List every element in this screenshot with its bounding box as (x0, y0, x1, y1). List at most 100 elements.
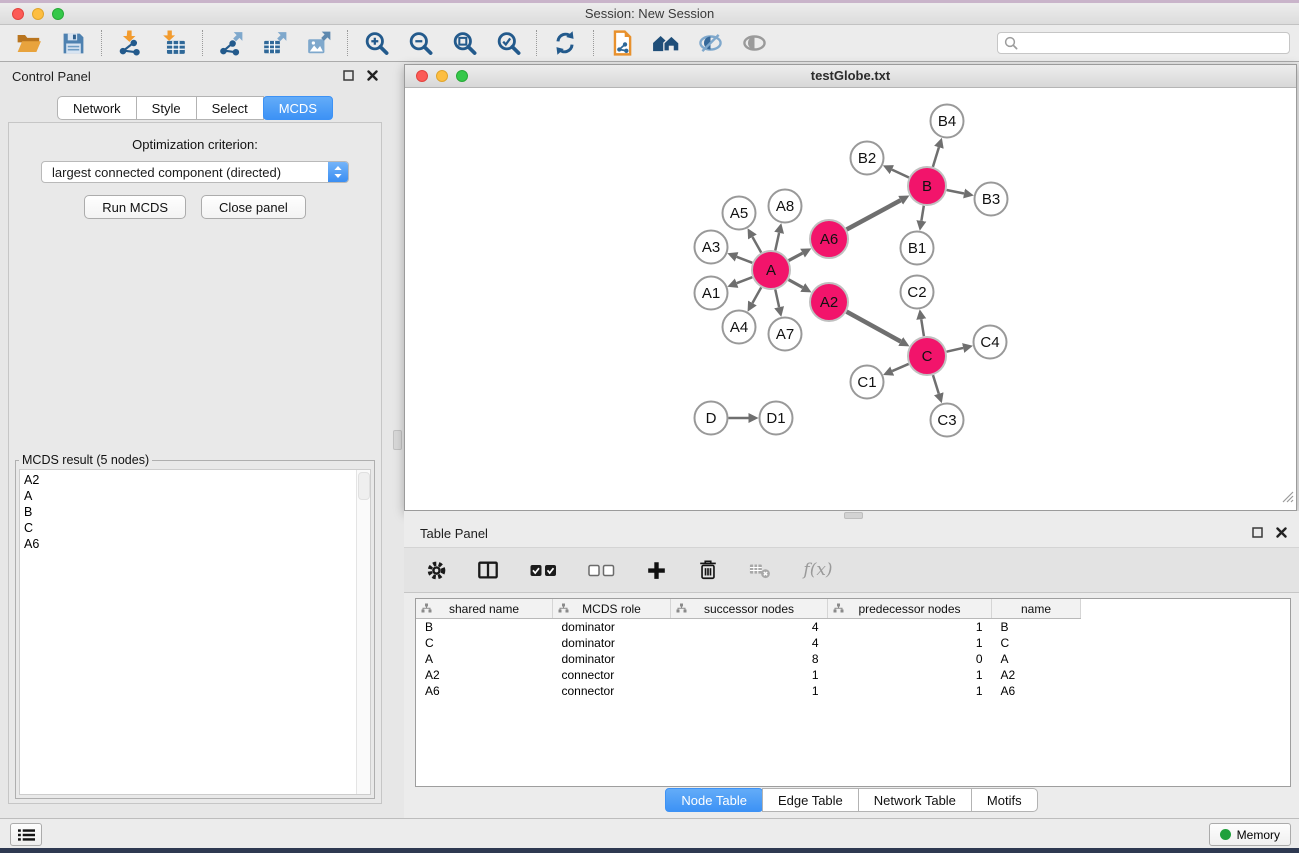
delete-column-button[interactable] (694, 556, 722, 584)
close-panel-icon[interactable] (1276, 527, 1287, 538)
graph-edge-A-A2 (789, 280, 803, 288)
column-header-successor-nodes[interactable]: successor nodes (671, 599, 828, 619)
export-network-button[interactable] (215, 28, 247, 58)
show-graphics-details-button[interactable] (738, 28, 770, 58)
graph-node-B2[interactable]: B2 (851, 142, 884, 175)
task-history-button[interactable] (10, 823, 42, 846)
table-row[interactable]: Cdominator41C (416, 635, 1081, 651)
network-from-clipboard-button[interactable] (606, 28, 638, 58)
table-row[interactable]: A2connector11A2 (416, 667, 1081, 683)
delete-table-icon (748, 559, 772, 581)
zoom-selected-button[interactable] (492, 28, 524, 58)
mcds-result-list: A2ABCA6 (19, 469, 371, 795)
graph-node-A8[interactable]: A8 (769, 190, 802, 223)
graph-node-C3[interactable]: C3 (931, 404, 964, 437)
graph-node-D[interactable]: D (695, 402, 728, 435)
table-row[interactable]: A6connector11A6 (416, 683, 1081, 699)
graph-node-C1[interactable]: C1 (851, 366, 884, 399)
tab-style[interactable]: Style (136, 96, 197, 120)
tab-select[interactable]: Select (196, 96, 264, 120)
scrollbar-thumb[interactable] (358, 472, 370, 500)
mcds-result-item[interactable]: A2 (24, 472, 370, 488)
graph-node-A6[interactable]: A6 (810, 220, 848, 258)
select-all-columns-button[interactable] (526, 556, 560, 584)
node-table: shared nameMCDS rolesuccessor nodesprede… (415, 598, 1291, 787)
column-header-predecessor-nodes[interactable]: predecessor nodes (828, 599, 992, 619)
graph-node-C[interactable]: C (908, 337, 946, 375)
graph-node-B3[interactable]: B3 (975, 183, 1008, 216)
graph-node-A5[interactable]: A5 (723, 197, 756, 230)
graph-node-B1[interactable]: B1 (901, 232, 934, 265)
unselect-all-columns-button[interactable] (584, 556, 618, 584)
import-network-button[interactable] (114, 28, 146, 58)
network-canvas[interactable]: A A1 A2 A3 A4 A5 A6 A7 A8 B B1 B2 B3 B4 C C1 C2 C3 C4 D D1 (405, 88, 1296, 510)
mcds-result-item[interactable]: A6 (24, 536, 370, 552)
mcds-list-scrollbar[interactable] (356, 470, 370, 794)
search-input[interactable] (1022, 35, 1283, 52)
horizontal-splitter[interactable] (404, 511, 1299, 519)
svg-text:A8: A8 (776, 198, 794, 215)
svg-text:A1: A1 (702, 285, 720, 302)
float-panel-icon[interactable] (1252, 527, 1263, 538)
zoom-in-button[interactable] (360, 28, 392, 58)
graph-node-A[interactable]: A (752, 251, 790, 289)
close-panel-icon[interactable] (367, 70, 378, 81)
graph-node-C4[interactable]: C4 (974, 326, 1007, 359)
mcds-result-item[interactable]: C (24, 520, 370, 536)
home-button[interactable] (650, 28, 682, 58)
graph-node-B4[interactable]: B4 (931, 105, 964, 138)
graph-node-A2[interactable]: A2 (810, 283, 848, 321)
graph-node-B[interactable]: B (908, 167, 946, 205)
svg-text:A: A (766, 262, 776, 279)
run-mcds-button[interactable]: Run MCDS (84, 195, 186, 219)
window-resize-grip[interactable] (1282, 490, 1294, 508)
export-table-button[interactable] (259, 28, 291, 58)
eye-icon (741, 30, 768, 56)
table-cell: 1 (828, 683, 992, 699)
graph-node-C2[interactable]: C2 (901, 276, 934, 309)
table-row[interactable]: Bdominator41B (416, 619, 1081, 636)
hide-details-button[interactable] (694, 28, 726, 58)
splitter-handle[interactable] (844, 512, 863, 519)
graph-node-A1[interactable]: A1 (695, 277, 728, 310)
tab-mcds[interactable]: MCDS (263, 96, 333, 120)
refresh-view-button[interactable] (549, 28, 581, 58)
mcds-result-item[interactable]: B (24, 504, 370, 520)
graph-node-D1[interactable]: D1 (760, 402, 793, 435)
tab-node-table[interactable]: Node Table (665, 788, 763, 812)
network-window-titlebar[interactable]: testGlobe.txt (405, 65, 1296, 88)
tab-network[interactable]: Network (57, 96, 137, 120)
zoom-out-button[interactable] (404, 28, 436, 58)
criterion-dropdown[interactable]: largest connected component (directed) (41, 161, 349, 183)
tab-edge-table[interactable]: Edge Table (762, 788, 859, 812)
table-settings-button[interactable] (422, 556, 450, 584)
graph-edge-C-C1 (892, 364, 908, 371)
splitter-handle[interactable] (393, 430, 402, 450)
column-header-shared-name[interactable]: shared name (416, 599, 553, 619)
tab-network-table[interactable]: Network Table (858, 788, 972, 812)
column-header-mcds-role[interactable]: MCDS role (553, 599, 671, 619)
desktop-edge (0, 848, 1299, 853)
graph-node-A3[interactable]: A3 (695, 231, 728, 264)
graph-node-A7[interactable]: A7 (769, 318, 802, 351)
table-row[interactable]: Adominator80A (416, 651, 1081, 667)
search-field[interactable] (997, 32, 1290, 54)
close-panel-button[interactable]: Close panel (201, 195, 306, 219)
zoom-fit-button[interactable] (448, 28, 480, 58)
float-panel-icon[interactable] (343, 70, 354, 81)
create-column-button[interactable] (642, 556, 670, 584)
save-session-button[interactable] (57, 28, 89, 58)
open-session-button[interactable] (13, 28, 45, 58)
import-table-button[interactable] (158, 28, 190, 58)
graph-node-A4[interactable]: A4 (723, 311, 756, 344)
delete-table-button[interactable] (746, 556, 774, 584)
memory-button[interactable]: Memory (1209, 823, 1291, 846)
mcds-result-item[interactable]: A (24, 488, 370, 504)
vertical-splitter[interactable] (390, 62, 404, 818)
toggle-column-view-button[interactable] (474, 556, 502, 584)
function-builder-button[interactable]: f(x) (798, 556, 838, 584)
graph-edge-A6-B (847, 200, 901, 229)
tab-motifs[interactable]: Motifs (971, 788, 1038, 812)
export-image-button[interactable] (303, 28, 335, 58)
column-header-name[interactable]: name (992, 599, 1081, 619)
